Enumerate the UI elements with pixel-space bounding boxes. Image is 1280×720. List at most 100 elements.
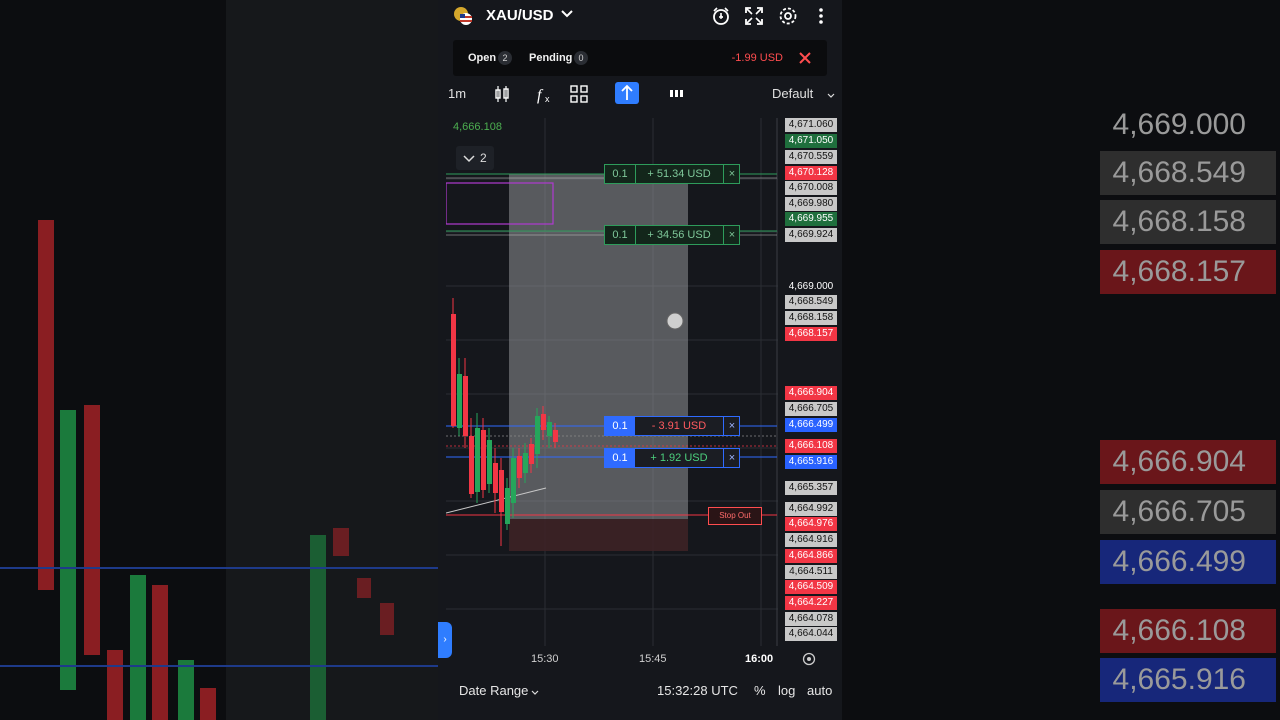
axis-settings-icon[interactable] — [801, 651, 817, 672]
close-order-icon[interactable]: × — [723, 165, 740, 183]
take-profit-order-tag[interactable]: 0.1 + 34.56 USD × — [604, 225, 740, 245]
gear-icon[interactable] — [778, 6, 798, 26]
open-position-tag[interactable]: 0.1 - 3.91 USD × — [604, 416, 740, 436]
instrument-flag-icon — [453, 6, 473, 26]
alarm-icon[interactable] — [711, 6, 731, 26]
chart-canvas — [446, 118, 778, 646]
timeframe-selector[interactable]: 1m — [448, 86, 466, 101]
indicators-icon[interactable]: fx — [534, 84, 554, 104]
volume-bars-icon[interactable] — [667, 84, 687, 104]
time-label: 15:45 — [639, 653, 667, 665]
close-all-icon[interactable] — [797, 50, 813, 71]
close-order-icon[interactable]: × — [723, 226, 740, 244]
bg-price-label: 4,668.158 — [1100, 200, 1276, 244]
collapse-count: 2 — [480, 151, 487, 165]
auto-scale-toggle[interactable]: auto — [807, 683, 832, 698]
top-bar: XAU/USD — [438, 0, 842, 34]
price-axis-tag: 4,669.955 — [785, 212, 837, 226]
price-axis-tag: 4,664.866 — [785, 549, 837, 563]
date-range-button[interactable]: Date Range — [459, 683, 528, 698]
log-scale-toggle[interactable]: log — [778, 683, 795, 698]
bg-price-label: 4,666.108 — [1100, 609, 1276, 653]
percent-scale-toggle[interactable]: % — [754, 683, 766, 698]
background-blur-right: 4,669.000 4,668.549 4,668.158 4,668.157 … — [842, 0, 1280, 720]
order-qty: 0.1 — [605, 165, 636, 183]
price-axis-tag: 4,669.000 — [788, 281, 834, 292]
close-position-icon[interactable]: × — [723, 449, 740, 467]
time-label: 15:30 — [531, 653, 559, 665]
price-axis-tag: 4,669.924 — [785, 228, 837, 242]
pending-orders-tab[interactable]: Pending — [529, 52, 572, 64]
bg-price-label: 4,668.157 — [1100, 250, 1276, 294]
svg-text:f: f — [537, 87, 544, 104]
price-axis-tag: 4,664.976 — [785, 517, 837, 531]
arrow-up-icon — [621, 84, 633, 100]
price-axis-tag: 4,671.060 — [785, 118, 837, 132]
trade-arrow-button[interactable] — [615, 82, 639, 104]
bg-price-label: 4,668.549 — [1100, 151, 1276, 195]
chevron-down-icon[interactable] — [560, 7, 574, 26]
chart-toolbar: 1m fx Default — [438, 80, 842, 108]
total-pnl: -1.99 USD — [731, 52, 783, 64]
pending-count-badge: 0 — [574, 51, 588, 65]
time-axis: 15:30 15:45 16:00 — [438, 646, 842, 674]
chevron-down-icon — [463, 155, 475, 163]
bg-price-label: 4,665.916 — [1100, 658, 1276, 702]
trading-app-window: XAU/USD Open 2 Pending 0 -1.99 USD 1m f … — [438, 0, 842, 720]
layout-grid-icon[interactable] — [569, 84, 589, 104]
price-axis-tag: 4,670.559 — [785, 150, 837, 164]
position-pnl: + 1.92 USD — [650, 452, 708, 464]
open-position-tag[interactable]: 0.1 + 1.92 USD × — [604, 448, 740, 468]
open-positions-tab[interactable]: Open — [468, 52, 496, 64]
background-blur-left — [0, 0, 438, 720]
chevron-down-icon[interactable] — [826, 88, 842, 108]
price-chart[interactable]: 4,666.108 2 0.1 + 51.34 USD × 0.1 + 34.5… — [446, 118, 842, 646]
price-axis-tag: 4,668.549 — [785, 295, 837, 309]
price-axis-tag: 4,666.705 — [785, 402, 837, 416]
take-profit-order-tag[interactable]: 0.1 + 51.34 USD × — [604, 164, 740, 184]
price-axis-tag: 4,665.357 — [785, 481, 837, 495]
price-axis-tag: 4,664.509 — [785, 580, 837, 594]
position-qty: 0.1 — [605, 417, 635, 435]
more-icon[interactable] — [811, 6, 831, 26]
positions-bar: Open 2 Pending 0 -1.99 USD — [453, 40, 827, 76]
position-qty: 0.1 — [605, 449, 635, 467]
price-axis-tag: 4,671.050 — [785, 134, 837, 148]
order-qty: 0.1 — [605, 226, 636, 244]
template-selector[interactable]: Default — [772, 86, 813, 101]
candlestick-icon[interactable] — [492, 84, 512, 104]
price-axis-tag: 4,664.916 — [785, 533, 837, 547]
svg-text:x: x — [545, 94, 550, 104]
symbol-selector[interactable]: XAU/USD — [486, 7, 554, 24]
position-pnl: - 3.91 USD — [651, 420, 707, 432]
open-count-badge: 2 — [498, 51, 512, 65]
background-candles — [0, 0, 438, 720]
bottom-bar: Date Range 15:32:28 UTC % log auto — [438, 676, 842, 706]
chevron-down-icon[interactable] — [530, 686, 540, 701]
price-axis-tag: 4,666.904 — [785, 386, 837, 400]
price-axis-tag: 4,668.158 — [785, 311, 837, 325]
bg-price-label: 4,666.499 — [1100, 540, 1276, 584]
price-axis-tag: 4,664.078 — [785, 612, 837, 626]
price-axis-tag: 4,670.008 — [785, 181, 837, 195]
indicator-collapse-toggle[interactable]: 2 — [456, 146, 494, 170]
price-axis-tag: 4,666.108 — [785, 439, 837, 453]
bg-price-label: 4,669.000 — [1112, 108, 1246, 141]
fullscreen-icon[interactable] — [744, 6, 764, 26]
price-axis-tag: 4,668.157 — [785, 327, 837, 341]
price-axis-tag: 4,665.916 — [785, 455, 837, 469]
price-axis-tag: 4,670.128 — [785, 166, 837, 180]
last-price-label: 4,666.108 — [453, 121, 502, 133]
price-axis-tag: 4,664.227 — [785, 596, 837, 610]
price-axis-tag: 4,664.511 — [785, 565, 837, 579]
bg-price-label: 4,666.904 — [1100, 440, 1276, 484]
price-axis-tag: 4,666.499 — [785, 418, 837, 432]
stop-out-label: Stop Out — [708, 507, 762, 525]
price-axis-tag: 4,669.980 — [785, 197, 837, 211]
utc-clock[interactable]: 15:32:28 UTC — [657, 683, 738, 698]
time-label: 16:00 — [745, 653, 774, 665]
order-pnl: + 51.34 USD — [647, 168, 711, 180]
price-axis-tag: 4,664.044 — [785, 627, 837, 641]
order-pnl: + 34.56 USD — [647, 229, 711, 241]
close-position-icon[interactable]: × — [723, 417, 740, 435]
